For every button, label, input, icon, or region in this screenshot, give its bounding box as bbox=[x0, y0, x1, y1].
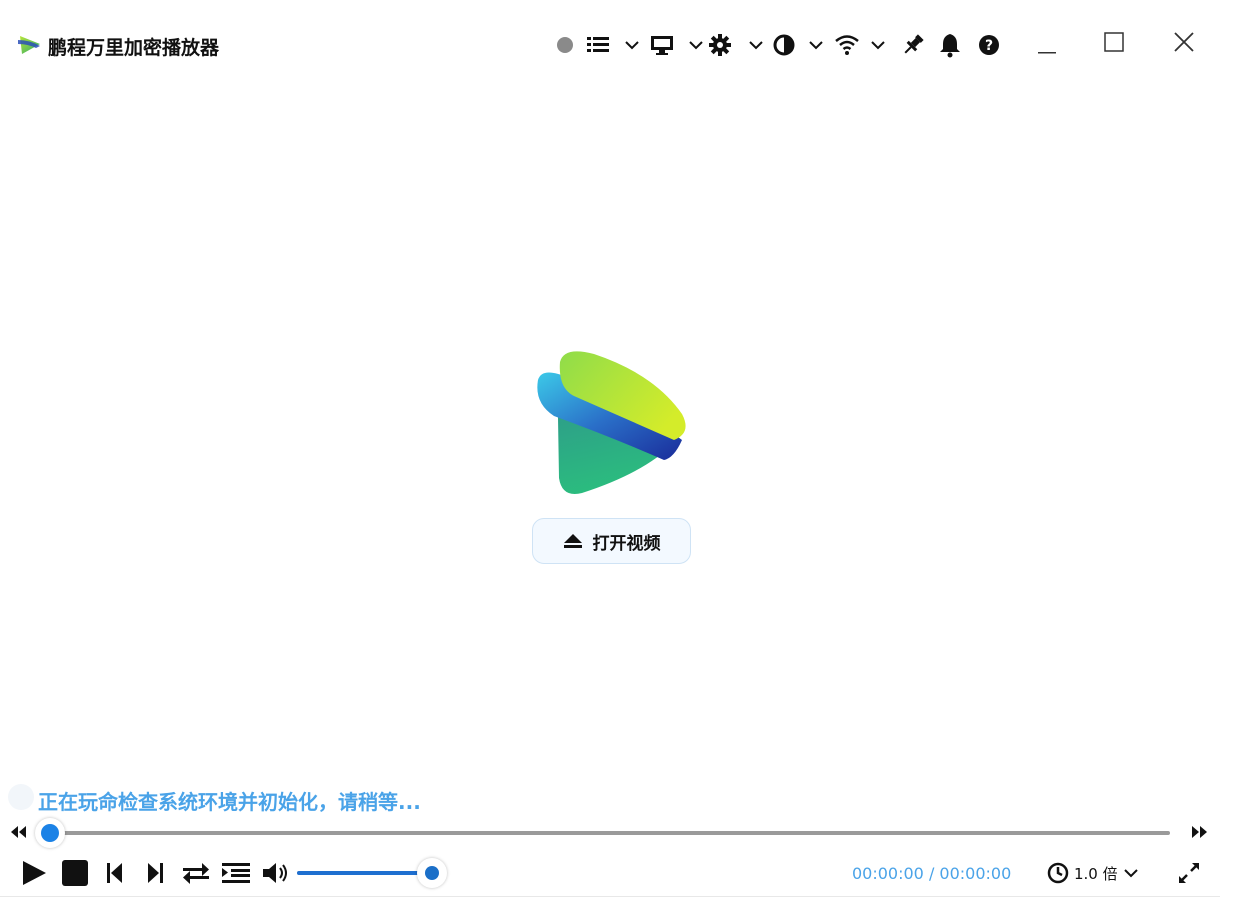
title-bar: 鹏程万里加密播放器 ? bbox=[0, 0, 1238, 90]
app-title: 鹏程万里加密播放器 bbox=[48, 37, 220, 59]
player-logo bbox=[524, 348, 694, 503]
status-spinner-icon bbox=[8, 784, 34, 810]
chevron-down-icon[interactable] bbox=[687, 30, 705, 60]
list-icon bbox=[222, 863, 250, 883]
chevron-down-icon[interactable] bbox=[747, 30, 765, 60]
open-video-label: 打开视频 bbox=[592, 533, 661, 554]
next-button[interactable] bbox=[144, 858, 166, 888]
volume-handle[interactable] bbox=[417, 858, 447, 888]
stop-icon bbox=[62, 860, 88, 886]
monitor-icon[interactable] bbox=[649, 30, 675, 60]
close-button[interactable] bbox=[1164, 26, 1204, 62]
pin-icon[interactable] bbox=[901, 30, 925, 60]
seek-handle[interactable] bbox=[35, 818, 65, 848]
maximize-icon bbox=[1104, 32, 1124, 52]
eject-icon bbox=[563, 532, 583, 550]
loop-button[interactable] bbox=[180, 858, 212, 888]
time-display: 00:00:00 / 00:00:00 bbox=[852, 864, 1012, 883]
minimize-button[interactable] bbox=[1026, 26, 1066, 62]
playlist-icon[interactable] bbox=[585, 30, 611, 60]
volume-level bbox=[297, 871, 432, 875]
gear-icon[interactable] bbox=[707, 30, 733, 60]
playlist-button[interactable] bbox=[220, 858, 252, 888]
volume-icon bbox=[263, 863, 287, 883]
wifi-icon[interactable] bbox=[833, 30, 861, 60]
close-icon bbox=[1174, 32, 1194, 52]
volume-button[interactable] bbox=[260, 858, 292, 888]
play-button[interactable] bbox=[20, 858, 48, 888]
next-icon bbox=[148, 863, 163, 883]
stop-button[interactable] bbox=[60, 858, 90, 888]
status-message: 正在玩命检查系统环境并初始化，请稍等... bbox=[38, 790, 421, 814]
chevron-down-icon bbox=[1123, 869, 1138, 878]
bell-icon[interactable] bbox=[937, 30, 963, 60]
minimize-icon bbox=[1038, 52, 1056, 54]
svg-text:?: ? bbox=[985, 38, 993, 54]
contrast-icon[interactable] bbox=[771, 30, 797, 60]
help-icon[interactable]: ? bbox=[977, 30, 1001, 60]
seek-forward-icon[interactable] bbox=[1188, 824, 1210, 840]
open-video-button[interactable]: 打开视频 bbox=[532, 518, 691, 564]
maximize-button[interactable] bbox=[1094, 26, 1134, 62]
chevron-down-icon[interactable] bbox=[807, 30, 825, 60]
previous-button[interactable] bbox=[104, 858, 126, 888]
fullscreen-icon bbox=[1179, 863, 1199, 883]
app-logo-icon bbox=[16, 32, 44, 56]
repeat-icon bbox=[183, 863, 209, 884]
record-dot-icon[interactable] bbox=[555, 30, 575, 60]
chevron-down-icon[interactable] bbox=[869, 30, 887, 60]
volume-slider[interactable] bbox=[297, 871, 432, 875]
seek-bar[interactable] bbox=[40, 831, 1170, 835]
previous-icon bbox=[107, 863, 122, 883]
clock-icon bbox=[1047, 862, 1069, 884]
fullscreen-button[interactable] bbox=[1174, 858, 1204, 888]
seek-backward-icon[interactable] bbox=[8, 824, 30, 840]
speed-selector[interactable]: 1.0 倍 bbox=[1046, 860, 1140, 886]
chevron-down-icon[interactable] bbox=[623, 30, 641, 60]
play-icon bbox=[23, 861, 46, 885]
bottom-divider bbox=[0, 896, 1220, 897]
speed-label: 1.0 倍 bbox=[1074, 864, 1118, 883]
